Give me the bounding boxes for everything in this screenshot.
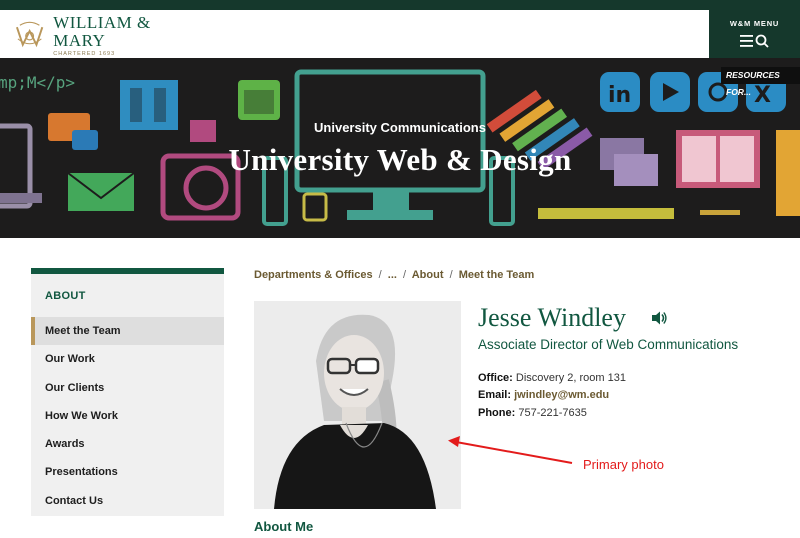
- office-value: Discovery 2, room 131: [515, 372, 626, 384]
- wm-cypher-icon: [16, 21, 44, 48]
- sidebar-item-our-work[interactable]: Our Work: [31, 345, 224, 373]
- breadcrumb-link-about[interactable]: About: [412, 269, 444, 281]
- sidebar-item-meet-the-team[interactable]: Meet the Team: [31, 317, 224, 346]
- top-strip: [0, 0, 800, 10]
- menu-label: W&M MENU: [729, 19, 780, 28]
- person-portrait-icon: [254, 301, 461, 509]
- breadcrumb-separator: /: [449, 269, 453, 281]
- breadcrumb-current: Meet the Team: [458, 269, 535, 281]
- hero-title: University Web & Design: [228, 142, 572, 177]
- mug-icon: [302, 192, 328, 222]
- sidebar-item-how-we-work[interactable]: How We Work: [31, 402, 224, 430]
- office-info: Office: Discovery 2, room 131: [478, 372, 626, 384]
- breadcrumb-separator: /: [378, 269, 382, 281]
- sidebar-item-presentations[interactable]: Presentations: [31, 458, 224, 486]
- hero-banner: mp;M</p> in X University Communications …: [0, 58, 800, 238]
- office-label: Office:: [478, 372, 513, 384]
- profile-photo: [254, 301, 461, 509]
- section-nav-heading[interactable]: ABOUT: [31, 274, 224, 317]
- wm-menu-button[interactable]: W&M MENU: [709, 10, 800, 58]
- email-label: Email:: [478, 389, 512, 401]
- profile-name: Jesse Windley: [478, 303, 626, 332]
- calendar-icon: [238, 80, 280, 120]
- phone-info: Phone: 757-221-7635: [478, 407, 587, 419]
- breadcrumb: Departments & Offices / ... / About / Me…: [254, 269, 537, 281]
- svg-text:X: X: [754, 83, 771, 108]
- sidebar-item-awards[interactable]: Awards: [31, 430, 224, 458]
- email-info: Email: jwindley@wm.edu: [478, 389, 609, 401]
- breadcrumb-link-departments[interactable]: Departments & Offices: [254, 269, 373, 281]
- about-me-heading: About Me: [254, 519, 314, 534]
- svg-text:in: in: [608, 83, 631, 108]
- breadcrumb-separator: /: [403, 269, 407, 281]
- speaker-icon[interactable]: [651, 311, 667, 325]
- ruler-icon: [538, 208, 674, 219]
- phone-label: Phone:: [478, 407, 516, 419]
- logo-tagline: CHARTERED 1693: [53, 50, 116, 57]
- profile-job-title: Associate Director of Web Communications: [478, 337, 739, 352]
- phone-value: 757-221-7635: [518, 407, 587, 419]
- sidebar-item-contact-us[interactable]: Contact Us: [31, 487, 224, 515]
- sidebar-item-our-clients[interactable]: Our Clients: [31, 374, 224, 402]
- section-nav: ABOUT Meet the Team Our Work Our Clients…: [31, 268, 224, 516]
- menu-search-icon: [739, 34, 769, 48]
- resources-for-button[interactable]: RESOURCES FOR...: [721, 67, 800, 97]
- envelope-icon: [67, 172, 135, 211]
- annotation-arrow-icon: [448, 436, 573, 464]
- hero-code-text: mp;M</p>: [0, 73, 75, 92]
- email-link[interactable]: jwindley@wm.edu: [514, 389, 609, 401]
- site-header: WILLIAM & MARY CHARTERED 1693 W&M MENU: [0, 10, 800, 58]
- hero-kicker: University Communications: [314, 120, 486, 135]
- wm-logo[interactable]: WILLIAM & MARY CHARTERED 1693: [14, 13, 204, 57]
- pencil-icon: [700, 210, 740, 215]
- logo-name: WILLIAM & MARY: [53, 12, 151, 50]
- breadcrumb-ellipsis[interactable]: ...: [388, 269, 397, 281]
- annotation-label: Primary photo: [583, 457, 664, 472]
